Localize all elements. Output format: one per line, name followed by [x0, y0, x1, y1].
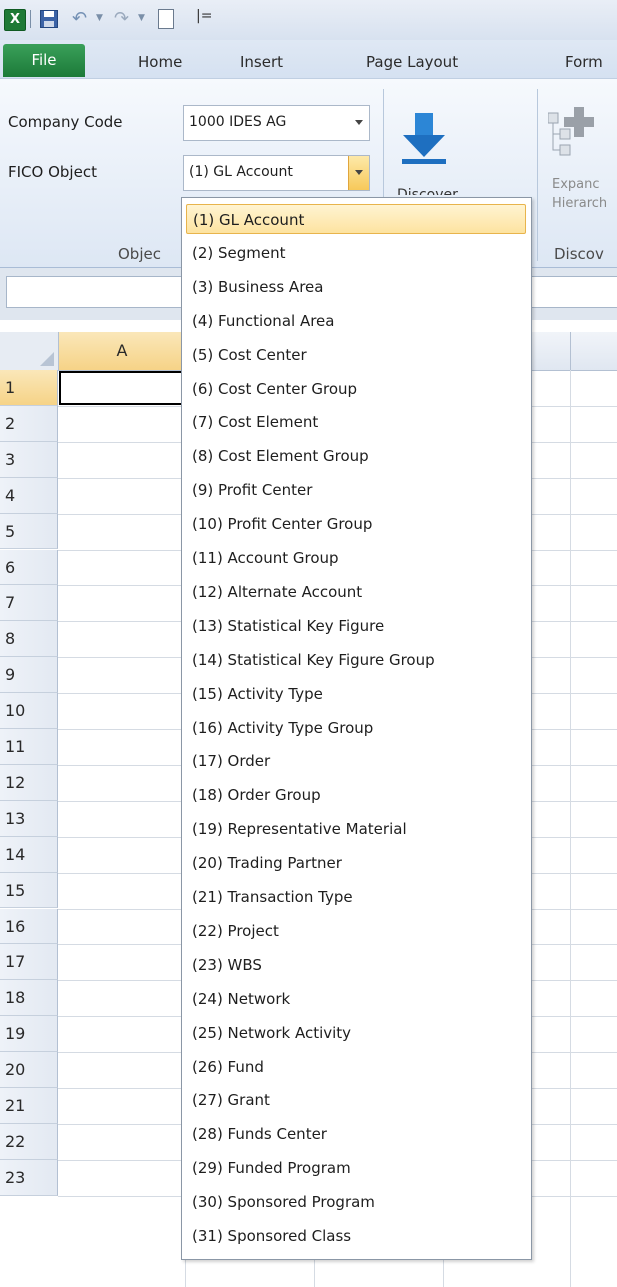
- row-header-10[interactable]: 10: [0, 693, 58, 729]
- dropdown-option[interactable]: (16) Activity Type Group: [186, 713, 526, 743]
- dropdown-option[interactable]: (5) Cost Center: [186, 340, 526, 370]
- row-header-16[interactable]: 16: [0, 908, 58, 945]
- dropdown-option[interactable]: (15) Activity Type: [186, 679, 526, 709]
- group-label-discover: Discov: [554, 245, 604, 263]
- row-header-23[interactable]: 23: [0, 1159, 58, 1196]
- dropdown-option[interactable]: (20) Trading Partner: [186, 848, 526, 878]
- dropdown-option[interactable]: (21) Transaction Type: [186, 882, 526, 912]
- row-header-3[interactable]: 3: [0, 441, 58, 478]
- quick-access-toolbar: X ↶ ▼ ↷ ▼ |=: [0, 0, 617, 40]
- row-header-22[interactable]: 22: [0, 1123, 58, 1160]
- fico-object-dropdown-list: (1) GL Account (2) Segment (3) Business Ar…: [181, 197, 532, 1260]
- grid-line: [570, 370, 571, 1287]
- row-header-20[interactable]: 20: [0, 1052, 58, 1088]
- row-header-11[interactable]: 11: [0, 729, 58, 765]
- dropdown-option[interactable]: (7) Cost Element: [186, 407, 526, 437]
- expand-label-line1: Expanc: [552, 177, 600, 192]
- row-header-21[interactable]: 21: [0, 1088, 58, 1124]
- dropdown-option[interactable]: (19) Representative Material: [186, 814, 526, 844]
- expand-label-line2: Hierarch: [552, 196, 608, 211]
- row-header-12[interactable]: 12: [0, 764, 58, 801]
- column-header-a[interactable]: A: [59, 332, 186, 371]
- tab-file[interactable]: File: [3, 44, 85, 77]
- group-divider: [537, 89, 538, 261]
- row-header-1[interactable]: 1: [0, 370, 58, 406]
- dropdown-option[interactable]: (17) Order: [186, 746, 526, 776]
- row-header-5[interactable]: 5: [0, 513, 58, 550]
- fico-object-select[interactable]: (1) GL Account: [183, 155, 370, 191]
- undo-dropdown-icon[interactable]: ▼: [96, 13, 103, 23]
- row-header-6[interactable]: 6: [0, 549, 58, 586]
- dropdown-option[interactable]: (11) Account Group: [186, 543, 526, 573]
- dropdown-option[interactable]: (12) Alternate Account: [186, 577, 526, 607]
- expand-hierarchy-icon[interactable]: [548, 107, 600, 157]
- toolbar-separator: [30, 10, 31, 28]
- tab-insert[interactable]: Insert: [240, 50, 283, 74]
- dropdown-option[interactable]: (2) Segment: [186, 238, 526, 268]
- row-header-8[interactable]: 8: [0, 621, 58, 658]
- dropdown-option[interactable]: (18) Order Group: [186, 780, 526, 810]
- row-header-2[interactable]: 2: [0, 405, 58, 442]
- column-header-e[interactable]: [571, 332, 617, 371]
- new-document-icon[interactable]: [158, 9, 174, 29]
- chevron-down-icon: [355, 120, 363, 125]
- name-box[interactable]: [6, 276, 188, 308]
- undo-icon[interactable]: ↶: [72, 8, 87, 29]
- ribbon-tabs: File Home Insert Page Layout Form: [0, 40, 617, 78]
- select-all-icon: [40, 352, 54, 366]
- dropdown-option[interactable]: (25) Network Activity: [186, 1018, 526, 1048]
- chevron-down-icon: [355, 170, 363, 175]
- row-header-9[interactable]: 9: [0, 657, 58, 694]
- tab-formulas[interactable]: Form: [565, 50, 603, 74]
- redo-dropdown-icon[interactable]: ▼: [138, 13, 145, 23]
- dropdown-option[interactable]: (22) Project: [186, 916, 526, 946]
- dropdown-option[interactable]: (6) Cost Center Group: [186, 374, 526, 404]
- dropdown-option[interactable]: (1) GL Account: [186, 204, 526, 234]
- dropdown-option[interactable]: (3) Business Area: [186, 272, 526, 302]
- redo-icon[interactable]: ↷: [114, 8, 129, 29]
- dropdown-option[interactable]: (9) Profit Center: [186, 475, 526, 505]
- fico-object-value: (1) GL Account: [189, 164, 293, 180]
- dropdown-option[interactable]: (14) Statistical Key Figure Group: [186, 645, 526, 675]
- excel-logo-icon[interactable]: X: [4, 9, 26, 31]
- dropdown-option[interactable]: (4) Functional Area: [186, 306, 526, 336]
- dropdown-option[interactable]: (23) WBS: [186, 950, 526, 980]
- dropdown-option[interactable]: (27) Grant: [186, 1085, 526, 1115]
- dropdown-option[interactable]: (8) Cost Element Group: [186, 441, 526, 471]
- dropdown-option[interactable]: (29) Funded Program: [186, 1153, 526, 1183]
- dropdown-option[interactable]: (10) Profit Center Group: [186, 509, 526, 539]
- dropdown-option[interactable]: (30) Sponsored Program: [186, 1187, 526, 1217]
- group-label-objects: Objec: [118, 245, 161, 263]
- company-code-select[interactable]: 1000 IDES AG: [183, 105, 370, 141]
- tab-page-layout[interactable]: Page Layout: [366, 50, 458, 74]
- dropdown-option[interactable]: (13) Statistical Key Figure: [186, 611, 526, 641]
- dropdown-option[interactable]: (26) Fund: [186, 1052, 526, 1082]
- dropdown-option[interactable]: (28) Funds Center: [186, 1119, 526, 1149]
- discover-label[interactable]: Discover: [397, 187, 458, 195]
- tab-home[interactable]: Home: [138, 50, 182, 74]
- active-cell-a1[interactable]: [59, 371, 185, 405]
- dropdown-option[interactable]: (24) Network: [186, 984, 526, 1014]
- row-header-4[interactable]: 4: [0, 477, 58, 514]
- company-code-value: 1000 IDES AG: [189, 114, 287, 130]
- row-header-15[interactable]: 15: [0, 872, 58, 909]
- dropdown-option[interactable]: (31) Sponsored Class: [186, 1221, 526, 1251]
- save-icon[interactable]: [40, 10, 58, 28]
- fico-object-dropdown-button[interactable]: [348, 156, 369, 190]
- download-arrow-icon[interactable]: [400, 113, 448, 165]
- row-header-7[interactable]: 7: [0, 585, 58, 622]
- row-header-13[interactable]: 13: [0, 800, 58, 837]
- row-header-14[interactable]: 14: [0, 836, 58, 873]
- expand-hierarchy-label[interactable]: Expanc Hierarch: [552, 175, 607, 213]
- company-code-label: Company Code: [8, 113, 123, 131]
- fico-object-label: FICO Object: [8, 163, 97, 181]
- company-code-dropdown-button[interactable]: [349, 106, 369, 140]
- row-header-19[interactable]: 19: [0, 1016, 58, 1053]
- row-header-17[interactable]: 17: [0, 944, 58, 981]
- customize-toolbar-icon[interactable]: |=: [196, 8, 212, 24]
- row-header-18[interactable]: 18: [0, 980, 58, 1017]
- select-all-corner[interactable]: [0, 332, 59, 371]
